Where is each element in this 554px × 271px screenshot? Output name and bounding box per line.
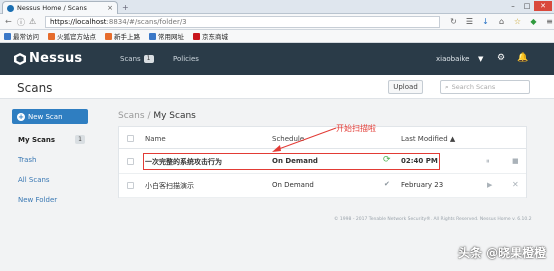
scan-modified: February 23 [401, 181, 444, 189]
bookmark-icon [48, 32, 55, 40]
new-scan-label: New Scan [28, 112, 63, 121]
url-field[interactable]: https://localhost:8834/#/scans/folder/3 [45, 16, 440, 28]
stop-icon[interactable]: ■ [512, 157, 519, 165]
addon-icon[interactable]: ◆ [528, 16, 539, 27]
launch-icon[interactable]: ▶ [487, 181, 492, 189]
app-header: Nessus Scans 1 Policies xiaobaike ▼ ⚙ 🔔 [0, 43, 554, 75]
search-input[interactable]: ⌕ Search Scans [440, 80, 530, 94]
nav-scans-count: 1 [143, 55, 154, 63]
window-close-icon[interactable]: ✕ [534, 1, 552, 11]
nessus-logo-icon [14, 52, 26, 65]
scan-name[interactable]: 小白客扫描演示 [145, 181, 194, 191]
watermark: 头条 @晓果橙橙 [458, 246, 547, 260]
bookmark-item[interactable]: 新手上路 [105, 31, 140, 41]
sidebar-item-trash[interactable]: Trash [18, 156, 37, 164]
home-icon[interactable]: ⌂ [496, 16, 507, 27]
bookmark-icon [193, 32, 200, 40]
completed-check-icon: ✔ [384, 180, 390, 188]
delete-icon[interactable]: ✕ [512, 180, 519, 189]
window-controls: – □ ✕ [506, 1, 552, 11]
table-row[interactable]: 小白客扫描演示 On Demand ✔ February 23 ▶ ✕ [119, 174, 526, 198]
row-checkbox[interactable] [127, 182, 134, 189]
maximize-icon[interactable]: □ [520, 1, 534, 11]
lock-warning-icon[interactable]: ⚠ [29, 17, 36, 26]
highlight-box [143, 153, 440, 170]
footer-copyright: © 1998 - 2017 Tenable Network Security®.… [334, 217, 532, 222]
bookmark-icon [4, 32, 11, 40]
star-icon[interactable]: ☆ [512, 16, 523, 27]
user-dropdown-icon[interactable]: ▼ [478, 55, 483, 63]
browser-tab-title: Nessus Home / Scans [17, 4, 87, 12]
url-host: https://localhost [50, 18, 107, 26]
toolbar-icons: ↻ ☰ ↓ ⌂ ☆ ◆ ≡ [448, 16, 554, 27]
browser-toolbar: ← ⓘ ⚠ https://localhost:8834/#/scans/fol… [0, 14, 554, 30]
sidebar-item-my-scans[interactable]: My Scans [18, 136, 55, 144]
scan-schedule: On Demand [272, 181, 314, 189]
bookmark-label: 火狐官方站点 [57, 33, 96, 41]
search-icon: ⌕ [445, 82, 449, 91]
user-name[interactable]: xiaobaike [436, 55, 469, 63]
sidebar-item-all-scans[interactable]: All Scans [18, 176, 50, 184]
search-placeholder: Search Scans [451, 83, 496, 91]
nessus-logo[interactable]: Nessus [14, 51, 82, 66]
logo-text: Nessus [29, 51, 83, 66]
nav-scans[interactable]: Scans 1 [120, 55, 154, 63]
browser-tab[interactable]: Nessus Home / Scans × [2, 1, 118, 14]
new-scan-button[interactable]: + New Scan [12, 109, 88, 124]
bookmark-item[interactable]: 京东商城 [193, 31, 228, 41]
plus-icon: + [17, 112, 25, 121]
upload-button[interactable]: Upload [388, 80, 423, 94]
bookmark-item[interactable]: 火狐官方站点 [48, 31, 96, 41]
close-tab-icon[interactable]: × [107, 4, 113, 12]
bookmark-label: 京东商城 [202, 33, 228, 41]
sidebar-item-new-folder[interactable]: New Folder [18, 196, 57, 204]
breadcrumb-current: My Scans [153, 111, 196, 121]
bookmark-label: 常用网址 [158, 33, 184, 41]
browser-tab-bar: Nessus Home / Scans × + – □ ✕ [0, 0, 554, 14]
bookmarks-bar: 最常访问 火狐官方站点 新手上路 常用网址 京东商城 [0, 30, 554, 43]
info-icon[interactable]: ⓘ [17, 17, 25, 28]
download-icon[interactable]: ↓ [480, 16, 491, 27]
more-icon[interactable]: ≡ [544, 16, 554, 27]
bell-icon[interactable]: 🔔 [517, 53, 528, 63]
column-last-modified[interactable]: Last Modified ▲ [401, 135, 455, 143]
nessus-favicon-icon [7, 4, 14, 12]
bookmark-item[interactable]: 最常访问 [4, 31, 39, 41]
sort-ascending-icon: ▲ [449, 135, 456, 143]
minimize-icon[interactable]: – [506, 1, 520, 11]
back-icon[interactable]: ← [5, 17, 12, 26]
my-scans-count: 1 [75, 135, 85, 144]
annotation-arrow [272, 127, 337, 152]
select-all-checkbox[interactable] [127, 135, 134, 142]
reload-icon[interactable]: ↻ [448, 16, 459, 27]
menu-icon[interactable]: ☰ [464, 16, 475, 27]
page-subheader: Scans Upload ⌕ Search Scans [0, 75, 554, 99]
bookmark-icon [149, 32, 156, 40]
nav-scans-label: Scans [120, 55, 141, 63]
new-tab-button[interactable]: + [122, 3, 129, 12]
bookmark-label: 新手上路 [114, 33, 140, 41]
row-checkbox[interactable] [127, 158, 134, 165]
nav-policies-label: Policies [173, 55, 199, 63]
column-name[interactable]: Name [145, 135, 166, 143]
annotation-text: 开始扫描啦 [336, 124, 376, 133]
bookmark-item[interactable]: 常用网址 [149, 31, 184, 41]
column-last-modified-label: Last Modified [401, 135, 448, 143]
pause-icon[interactable]: ⏸ [486, 157, 490, 166]
bookmark-icon [105, 32, 112, 40]
breadcrumb: Scans / My Scans [118, 111, 196, 121]
bookmark-label: 最常访问 [13, 33, 39, 41]
page-title: Scans [17, 81, 53, 95]
nav-policies[interactable]: Policies [173, 55, 199, 63]
breadcrumb-root[interactable]: Scans [118, 111, 145, 121]
url-path: :8834/#/scans/folder/3 [106, 18, 187, 26]
gear-icon[interactable]: ⚙ [497, 53, 505, 63]
